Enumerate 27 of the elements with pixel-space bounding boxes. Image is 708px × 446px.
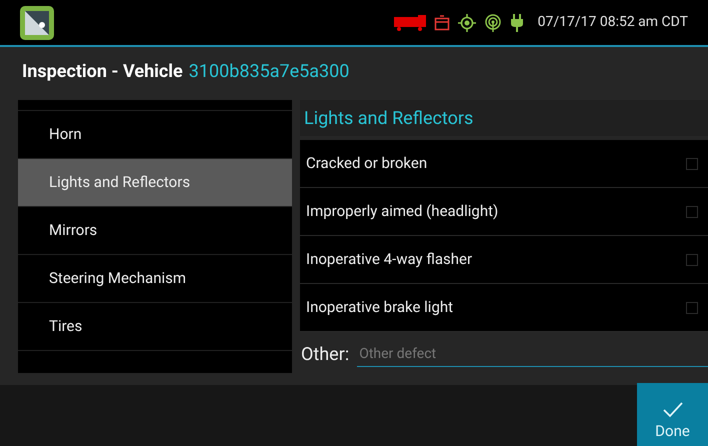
done-button[interactable]: Done <box>637 383 708 446</box>
vehicle-id: 3100b835a7e5a300 <box>188 60 350 84</box>
category-item[interactable]: Lights and Reflectors <box>18 159 292 207</box>
signal-icon <box>484 14 502 32</box>
other-defect-field[interactable]: Other defect <box>357 341 708 367</box>
defect-label: Inoperative brake light <box>306 297 454 318</box>
app-logo-icon[interactable] <box>20 6 54 40</box>
defect-checkbox[interactable] <box>686 254 698 266</box>
defect-row[interactable]: Inoperative 4-way flasher <box>300 236 708 284</box>
truck-icon <box>394 14 426 30</box>
section-header: Lights and Reflectors <box>300 100 708 136</box>
defect-row[interactable]: Improperly aimed (headlight) <box>300 188 708 236</box>
screen-title: Inspection - Vehicle <box>22 60 183 84</box>
date-time: 07/17/17 08:52 am CDT <box>538 13 688 32</box>
defect-row[interactable]: Inoperative brake light <box>300 284 708 332</box>
defect-label: Improperly aimed (headlight) <box>306 201 500 222</box>
defect-checkbox[interactable] <box>686 158 698 170</box>
defect-checkbox[interactable] <box>686 206 698 218</box>
defect-checkbox[interactable] <box>686 302 698 314</box>
box-icon <box>434 14 450 30</box>
defect-label: Cracked or broken <box>306 153 428 174</box>
target-icon <box>458 14 476 32</box>
plug-icon <box>510 14 524 32</box>
check-icon <box>662 402 682 418</box>
defect-label: Inoperative 4-way flasher <box>306 249 474 270</box>
other-label: Other: <box>301 342 350 366</box>
defect-row[interactable]: Cracked or broken <box>300 140 708 188</box>
